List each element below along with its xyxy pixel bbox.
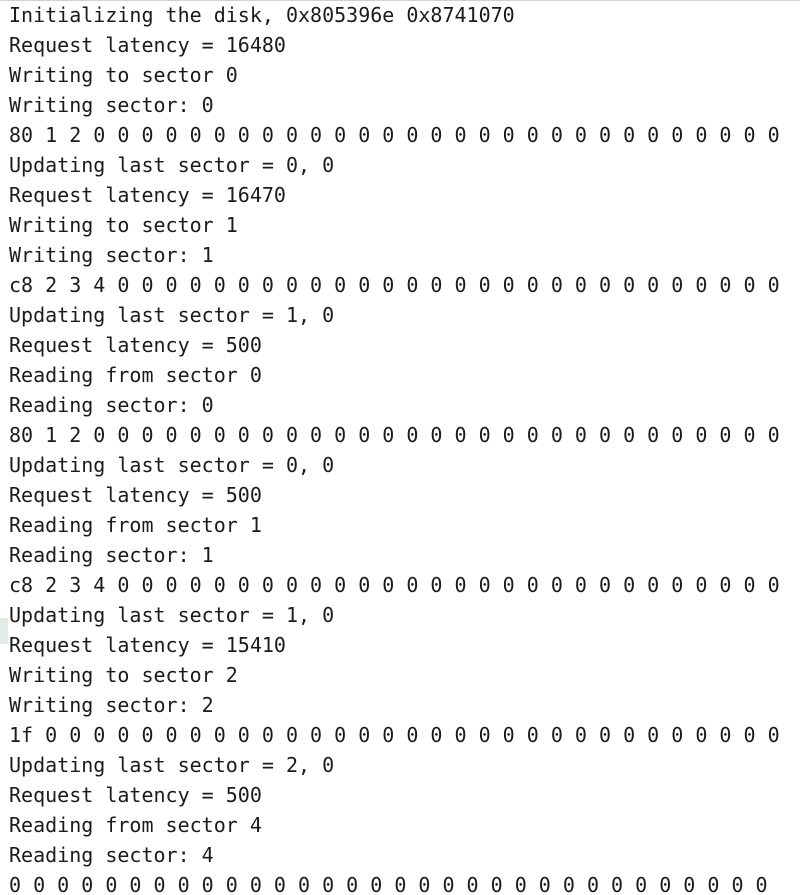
console-line: 80 1 2 0 0 0 0 0 0 0 0 0 0 0 0 0 0 0 0 0… <box>9 423 780 447</box>
line-marker <box>0 618 8 644</box>
console-line: Request latency = 16480 <box>9 33 286 57</box>
console-line: Updating last sector = 0, 0 <box>9 153 335 177</box>
console-line: Request latency = 500 <box>9 333 262 357</box>
console-line: Updating last sector = 1, 0 <box>9 303 335 327</box>
console-line: Reading from sector 4 <box>9 813 262 837</box>
console-line: 0 0 0 0 0 0 0 0 0 0 0 0 0 0 0 0 0 0 0 0 … <box>9 873 768 895</box>
console-line: Writing to sector 1 <box>9 213 238 237</box>
console-line: Writing to sector 0 <box>9 63 238 87</box>
console-line: Initializing the disk, 0x805396e 0x87410… <box>9 3 515 27</box>
console-line: Reading sector: 0 <box>9 393 214 417</box>
console-line: Writing sector: 0 <box>9 93 214 117</box>
console-line: Request latency = 15410 <box>9 633 286 657</box>
console-line: 80 1 2 0 0 0 0 0 0 0 0 0 0 0 0 0 0 0 0 0… <box>9 123 780 147</box>
console-line: Request latency = 500 <box>9 483 262 507</box>
console-line: Writing to sector 2 <box>9 663 238 687</box>
console-line: 1f 0 0 0 0 0 0 0 0 0 0 0 0 0 0 0 0 0 0 0… <box>9 723 780 747</box>
console-line: Request latency = 16470 <box>9 183 286 207</box>
console-line: Reading from sector 1 <box>9 513 262 537</box>
console-lines: Initializing the disk, 0x805396e 0x87410… <box>9 0 780 895</box>
console-output[interactable]: Initializing the disk, 0x805396e 0x87410… <box>0 0 800 895</box>
console-line: Updating last sector = 2, 0 <box>9 753 335 777</box>
console-line: Writing sector: 1 <box>9 243 214 267</box>
console-line: Writing sector: 2 <box>9 693 214 717</box>
console-line: Updating last sector = 0, 0 <box>9 453 335 477</box>
console-line: Reading sector: 1 <box>9 543 214 567</box>
console-line: Reading sector: 4 <box>9 843 214 867</box>
console-line: Reading from sector 0 <box>9 363 262 387</box>
console-line: c8 2 3 4 0 0 0 0 0 0 0 0 0 0 0 0 0 0 0 0… <box>9 273 780 297</box>
console-line: c8 2 3 4 0 0 0 0 0 0 0 0 0 0 0 0 0 0 0 0… <box>9 573 780 597</box>
console-line: Updating last sector = 1, 0 <box>9 603 335 627</box>
console-line: Request latency = 500 <box>9 783 262 807</box>
